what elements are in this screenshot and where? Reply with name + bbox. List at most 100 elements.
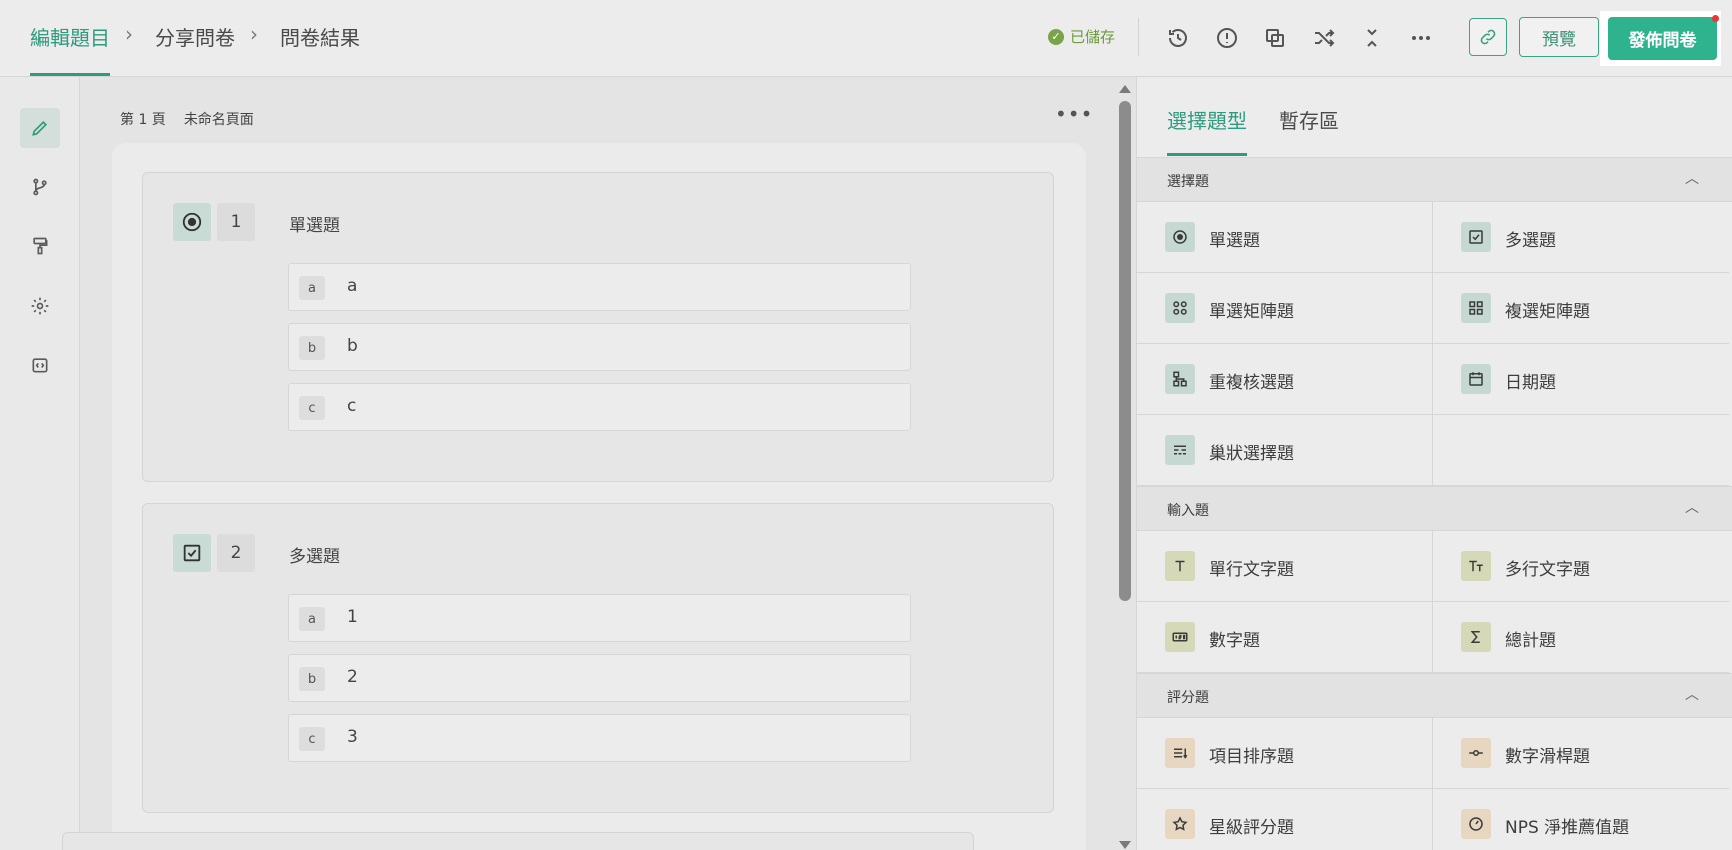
- tab-staging-area[interactable]: 暫存區: [1279, 105, 1339, 134]
- option-row[interactable]: b b: [288, 323, 911, 371]
- page-header: 第 1 頁 未命名頁面: [120, 109, 254, 129]
- chevron-right-icon: ›: [250, 22, 258, 46]
- scroll-up-arrow-icon[interactable]: [1119, 85, 1131, 93]
- question-type-item[interactable]: 項目排序題: [1137, 718, 1433, 789]
- active-tab-indicator: [1167, 153, 1247, 156]
- option-letter: b: [299, 336, 325, 360]
- breadcrumb-share-survey[interactable]: 分享問卷: [155, 22, 235, 51]
- history-icon[interactable]: [1161, 21, 1195, 55]
- notification-dot: [1712, 15, 1719, 22]
- question-type-item[interactable]: 單選題: [1137, 202, 1433, 273]
- option-text[interactable]: c: [347, 396, 356, 416]
- question-card-partial[interactable]: [62, 832, 974, 850]
- question-type-label: 單選題: [1209, 231, 1260, 251]
- question-type-label: 數字題: [1209, 631, 1260, 651]
- more-icon[interactable]: [1404, 21, 1438, 55]
- question-type-item[interactable]: 複選矩陣題: [1433, 273, 1729, 344]
- option-text[interactable]: 3: [347, 727, 358, 747]
- chevron-up-icon[interactable]: ︿: [1685, 168, 1699, 188]
- question-type-item[interactable]: 多行文字題: [1433, 531, 1729, 602]
- option-row[interactable]: a a: [288, 263, 911, 311]
- question-type-item[interactable]: 日期題: [1433, 344, 1729, 415]
- question-title[interactable]: 單選題: [289, 211, 340, 236]
- question-type-label: 星級評分題: [1209, 818, 1294, 838]
- preview-button[interactable]: 預覽: [1519, 17, 1599, 57]
- edit-icon[interactable]: [20, 108, 60, 148]
- chevron-up-icon[interactable]: ︿: [1685, 497, 1699, 517]
- question-type-item[interactable]: 星級評分題: [1137, 789, 1433, 850]
- question-type-label: 單選矩陣題: [1209, 302, 1294, 322]
- copy-link-button[interactable]: [1469, 18, 1507, 56]
- question-type-label: 多選題: [1505, 231, 1556, 251]
- option-text[interactable]: 2: [347, 667, 358, 687]
- tab-question-types[interactable]: 選擇題型: [1167, 105, 1247, 134]
- page-name[interactable]: 未命名頁面: [184, 109, 254, 129]
- save-status-label: 已儲存: [1070, 28, 1116, 46]
- question-title[interactable]: 多選題: [289, 542, 340, 567]
- option-row[interactable]: b 2: [288, 654, 911, 702]
- question-type-label: 重複核選題: [1209, 373, 1294, 393]
- chevron-up-icon[interactable]: ︿: [1685, 684, 1699, 704]
- code-icon[interactable]: [20, 345, 60, 385]
- checkbox-icon: [173, 534, 211, 572]
- option-row[interactable]: c c: [288, 383, 911, 431]
- option-text[interactable]: b: [347, 336, 358, 356]
- canvas-scrollbar[interactable]: [1114, 77, 1136, 850]
- page-more-icon[interactable]: •••: [1055, 102, 1093, 126]
- option-text[interactable]: a: [347, 276, 357, 296]
- question-type-label: 巢狀選擇題: [1209, 444, 1294, 464]
- question-number: 2: [217, 534, 255, 572]
- gear-icon[interactable]: [20, 286, 60, 326]
- question-type-item[interactable]: 數字題: [1137, 602, 1433, 673]
- question-type-label: NPS 淨推薦值題: [1505, 818, 1630, 838]
- question-type-item[interactable]: 總計題: [1433, 602, 1729, 673]
- nested-select-icon: [1165, 435, 1195, 465]
- publish-highlight: 發佈問卷: [1600, 11, 1721, 66]
- toolbar-divider: [1138, 18, 1139, 56]
- collapse-icon[interactable]: [1355, 21, 1389, 55]
- option-row[interactable]: c 3: [288, 714, 911, 762]
- question-type-item[interactable]: 單選矩陣題: [1137, 273, 1433, 344]
- option-letter: c: [299, 727, 325, 751]
- section-title: 評分題: [1167, 690, 1209, 706]
- question-type-label: 單行文字題: [1209, 560, 1294, 580]
- top-bar: 編輯題目 › 分享問卷 › 問卷結果 ✓ 已儲存 預覽 發佈問卷: [0, 0, 1732, 77]
- question-type-item[interactable]: 數字滑桿題: [1433, 718, 1729, 789]
- question-type-label: 日期題: [1505, 373, 1556, 393]
- breadcrumb-survey-results[interactable]: 問卷結果: [280, 22, 360, 51]
- matrix-radio-icon: [1165, 293, 1195, 323]
- question-type-item[interactable]: 重複核選題: [1137, 344, 1433, 415]
- question-card[interactable]: 1 單選題 a a b b c c: [142, 172, 1054, 482]
- question-number: 1: [217, 203, 255, 241]
- question-type-label: 數字滑桿題: [1505, 747, 1590, 767]
- duplicate-icon[interactable]: [1258, 21, 1292, 55]
- question-type-label: 總計題: [1505, 631, 1556, 651]
- question-type-panel: 選擇題型 暫存區 選擇題 ︿ 單選題 多選題 單選矩陣題 複選矩陣題 重複核選題…: [1136, 77, 1732, 850]
- text-size-icon: [1461, 551, 1491, 581]
- matrix-check-icon: [1461, 293, 1491, 323]
- option-row[interactable]: a 1: [288, 594, 911, 642]
- link-icon: [1480, 29, 1496, 45]
- checkbox-icon: [1461, 222, 1491, 252]
- publish-survey-button[interactable]: 發佈問卷: [1608, 17, 1717, 60]
- shuffle-icon[interactable]: [1307, 21, 1341, 55]
- radio-icon: [173, 203, 211, 241]
- paint-roller-icon[interactable]: [20, 226, 60, 266]
- section-input[interactable]: 輸入題 ︿: [1137, 486, 1732, 531]
- info-icon[interactable]: [1210, 21, 1244, 55]
- question-type-item[interactable]: 多選題: [1433, 202, 1729, 273]
- scroll-thumb[interactable]: [1119, 101, 1131, 601]
- scroll-down-arrow-icon[interactable]: [1119, 841, 1131, 849]
- section-rating[interactable]: 評分題 ︿: [1137, 673, 1732, 718]
- question-card[interactable]: 2 多選題 a 1 b 2 c 3: [142, 503, 1054, 813]
- question-type-label: 多行文字題: [1505, 560, 1590, 580]
- logic-branch-icon[interactable]: [20, 167, 60, 207]
- page-number: 第 1 頁: [120, 112, 166, 128]
- breadcrumb-edit-questions[interactable]: 編輯題目: [30, 22, 110, 51]
- question-type-item[interactable]: 單行文字題: [1137, 531, 1433, 602]
- question-type-item[interactable]: NPS 淨推薦值題: [1433, 789, 1729, 850]
- question-type-item[interactable]: 巢狀選擇題: [1137, 415, 1433, 486]
- option-letter: a: [299, 276, 325, 300]
- section-choice[interactable]: 選擇題 ︿: [1137, 157, 1732, 202]
- option-text[interactable]: 1: [347, 607, 358, 627]
